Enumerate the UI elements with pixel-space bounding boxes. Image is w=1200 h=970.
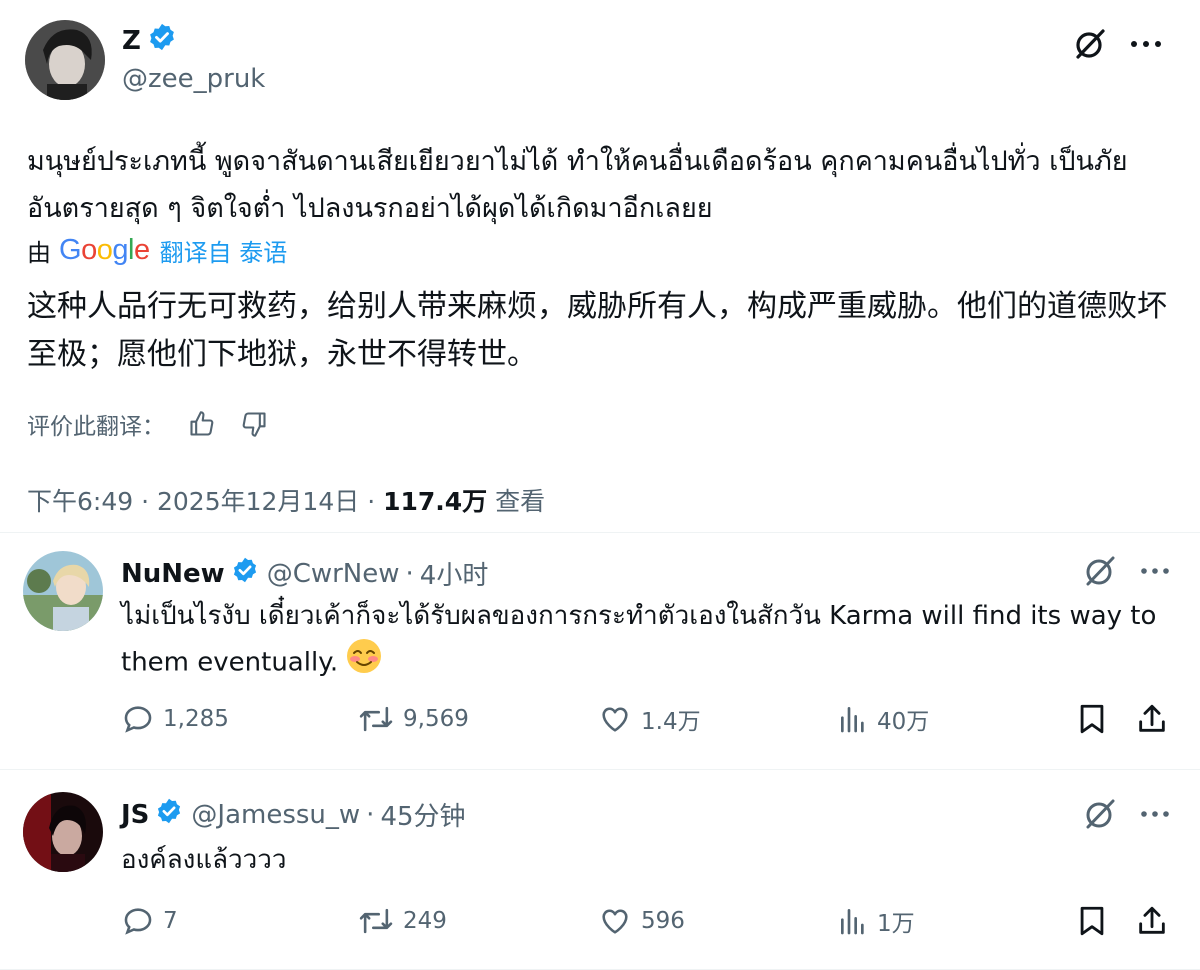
more-options-icon[interactable]	[1140, 566, 1170, 576]
rate-translation-row: 评价此翻译：	[27, 407, 269, 441]
analytics-icon	[837, 703, 869, 735]
repost-icon	[357, 904, 395, 938]
author-name-row: Z	[122, 22, 177, 59]
bookmark-button[interactable]	[1077, 702, 1115, 736]
reply-top-actions	[1082, 553, 1170, 589]
tweet-time[interactable]: 下午6:49	[27, 487, 133, 516]
avatar[interactable]	[25, 20, 105, 100]
bookmark-icon	[1077, 702, 1107, 736]
thumbs-up-icon[interactable]	[187, 410, 217, 438]
verified-badge-icon	[147, 22, 177, 59]
display-name[interactable]: NuNew	[121, 559, 225, 589]
author-handle[interactable]: @CwrNew	[267, 559, 400, 589]
display-name[interactable]: Z	[122, 26, 141, 56]
verified-badge-icon	[155, 797, 183, 832]
heart-icon	[597, 904, 633, 938]
reply-actions: 7 249 596 1万	[121, 904, 1181, 944]
views-button[interactable]: 1万	[837, 904, 915, 938]
thumbs-down-icon[interactable]	[239, 410, 269, 438]
share-button[interactable]	[1135, 904, 1177, 938]
tweet-text: มนุษย์ประเภทนี้ พูดจาสันดานเสียเยียวยาไม…	[27, 146, 1128, 224]
reply-top-actions	[1082, 796, 1170, 832]
share-icon	[1135, 702, 1169, 736]
analytics-icon	[837, 905, 869, 937]
reply-button[interactable]: 1,285	[121, 702, 229, 736]
reply-button[interactable]: 7	[121, 904, 178, 938]
display-name[interactable]: JS	[121, 800, 149, 830]
heart-icon	[597, 702, 633, 736]
share-button[interactable]	[1135, 702, 1177, 736]
repost-button[interactable]: 9,569	[357, 702, 469, 736]
translated-text: 这种人品行无可救药，给别人带来麻烦，威胁所有人，构成严重威胁。他们的道德败坏至极…	[27, 289, 1167, 372]
more-options-icon[interactable]	[1130, 39, 1162, 49]
translated-by-label: 由	[27, 239, 51, 267]
reply-text: องค์ลงแล้วววว	[121, 845, 287, 875]
blushing-smile-emoji-icon	[346, 638, 382, 688]
verified-badge-icon	[231, 556, 259, 591]
avatar[interactable]	[23, 792, 103, 872]
repost-icon	[357, 702, 395, 736]
google-logo: Google	[59, 234, 150, 266]
bookmark-button[interactable]	[1077, 904, 1115, 938]
grok-icon[interactable]	[1082, 796, 1118, 832]
grok-icon[interactable]	[1072, 26, 1108, 62]
reply-header: JS @Jamessu_w · 45分钟	[121, 796, 466, 833]
reply-header: NuNew @CwrNew · 4小时	[121, 555, 488, 592]
reply-text: ไม่เป็นไรงับ เดี๋ยวเค้าก็จะได้รับผลของกา…	[121, 594, 1171, 688]
repost-button[interactable]: 249	[357, 904, 447, 938]
reply-item[interactable]: NuNew @CwrNew · 4小时 ไม่เป็นไรงับ เดี๋ยวเ…	[0, 532, 1200, 769]
reply-time[interactable]: 4小时	[420, 555, 489, 592]
like-button[interactable]: 1.4万	[597, 702, 701, 736]
views-button[interactable]: 40万	[837, 702, 929, 736]
reply-actions: 1,285 9,569 1.4万 40万	[121, 702, 1181, 742]
views-label: 查看	[495, 487, 546, 516]
like-button[interactable]: 596	[597, 904, 685, 938]
reply-item[interactable]: JS @Jamessu_w · 45分钟 องค์ลงแล้วววว 7 249…	[0, 769, 1200, 970]
share-icon	[1135, 904, 1169, 938]
tweet-meta: 下午6:49 · 2025年12月14日 · 117.4万 查看	[27, 487, 546, 516]
more-options-icon[interactable]	[1140, 809, 1170, 819]
comment-icon	[121, 702, 155, 736]
grok-icon[interactable]	[1082, 553, 1118, 589]
translated-from-link[interactable]: 翻译自 泰语	[160, 233, 288, 268]
bookmark-icon	[1077, 904, 1107, 938]
comment-icon	[121, 904, 155, 938]
translation-attribution: 由 Google 翻译自 泰语	[27, 233, 287, 268]
tweet-top-actions	[1072, 26, 1162, 62]
tweet-date[interactable]: 2025年12月14日	[157, 487, 359, 516]
views-count: 117.4万	[383, 487, 488, 516]
author-handle[interactable]: @Jamessu_w	[191, 800, 360, 830]
main-tweet: Z @zee_pruk มนุษย์ประเภทนี้ พูดจาสันดานเ…	[0, 0, 1200, 530]
rate-translation-label: 评价此翻译：	[27, 414, 165, 440]
author-handle[interactable]: @zee_pruk	[122, 64, 265, 94]
avatar[interactable]	[23, 551, 103, 631]
reply-time[interactable]: 45分钟	[380, 796, 465, 833]
